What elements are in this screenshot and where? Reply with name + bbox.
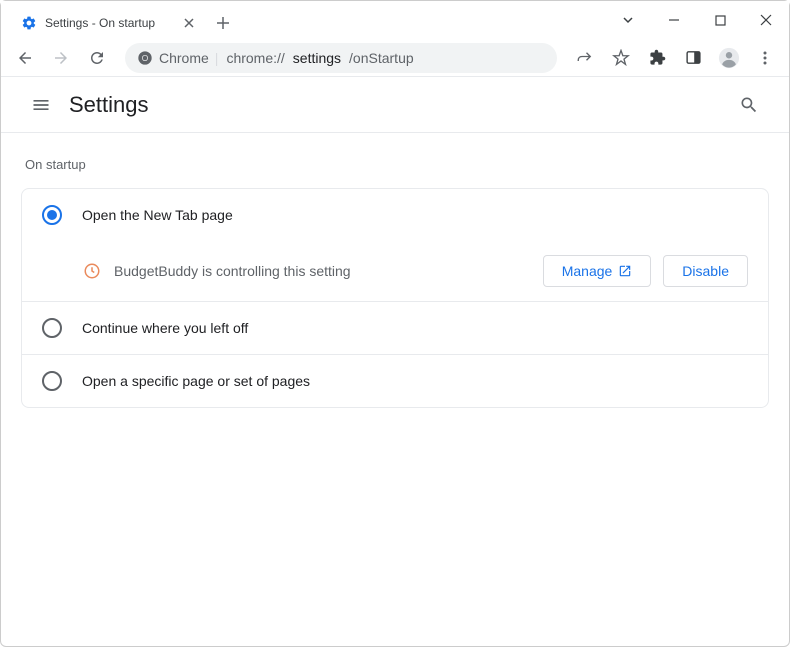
option-specific-pages[interactable]: Open a specific page or set of pages — [22, 355, 768, 407]
url-path2: /onStartup — [349, 50, 414, 66]
browser-toolbar: Chrome | chrome:// settings/onStartup — [1, 39, 789, 77]
disable-button[interactable]: Disable — [663, 255, 748, 287]
browser-tab[interactable]: Settings - On startup — [9, 7, 209, 39]
option-continue[interactable]: Continue where you left off — [22, 302, 768, 355]
disable-label: Disable — [682, 263, 729, 279]
url-host: chrome:// — [226, 50, 284, 66]
option-label: Continue where you left off — [82, 320, 248, 336]
hamburger-menu-button[interactable] — [21, 85, 61, 125]
reload-button[interactable] — [81, 42, 113, 74]
protocol-label: Chrome — [159, 50, 209, 66]
settings-content: On startup Open the New Tab page BudgetB… — [1, 133, 789, 432]
option-new-tab[interactable]: Open the New Tab page — [22, 189, 768, 241]
controlled-text: BudgetBuddy is controlling this setting — [114, 263, 531, 279]
radio-unselected[interactable] — [42, 371, 62, 391]
bookmark-icon[interactable] — [605, 42, 637, 74]
section-title: On startup — [25, 157, 769, 172]
startup-card: Open the New Tab page BudgetBuddy is con… — [21, 188, 769, 408]
extensions-icon[interactable] — [641, 42, 673, 74]
manage-button[interactable]: Manage — [543, 255, 652, 287]
maximize-button[interactable] — [697, 1, 743, 39]
radio-unselected[interactable] — [42, 318, 62, 338]
tab-title: Settings - On startup — [45, 16, 173, 30]
external-link-icon — [618, 264, 632, 278]
option-label: Open a specific page or set of pages — [82, 373, 310, 389]
site-info[interactable]: Chrome | — [137, 50, 218, 66]
chevron-down-icon[interactable] — [605, 1, 651, 39]
manage-label: Manage — [562, 263, 613, 279]
close-window-button[interactable] — [743, 1, 789, 39]
profile-icon[interactable] — [713, 42, 745, 74]
back-button[interactable] — [9, 42, 41, 74]
forward-button[interactable] — [45, 42, 77, 74]
address-bar[interactable]: Chrome | chrome:// settings/onStartup — [125, 43, 557, 73]
share-icon[interactable] — [569, 42, 601, 74]
chrome-icon — [137, 50, 153, 66]
window-controls — [605, 1, 789, 39]
minimize-button[interactable] — [651, 1, 697, 39]
new-tab-button[interactable] — [209, 7, 237, 39]
gear-icon — [21, 15, 37, 31]
menu-icon[interactable] — [749, 42, 781, 74]
page-title: Settings — [69, 92, 149, 118]
option-label: Open the New Tab page — [82, 207, 233, 223]
search-button[interactable] — [729, 85, 769, 125]
sidepanel-icon[interactable] — [677, 42, 709, 74]
radio-selected[interactable] — [42, 205, 62, 225]
settings-header: Settings — [1, 77, 789, 133]
controlled-by-extension-row: BudgetBuddy is controlling this setting … — [22, 241, 768, 302]
url-path1: settings — [293, 50, 341, 66]
window-titlebar: Settings - On startup — [1, 1, 789, 39]
extension-icon — [82, 261, 102, 281]
close-icon[interactable] — [181, 15, 197, 31]
